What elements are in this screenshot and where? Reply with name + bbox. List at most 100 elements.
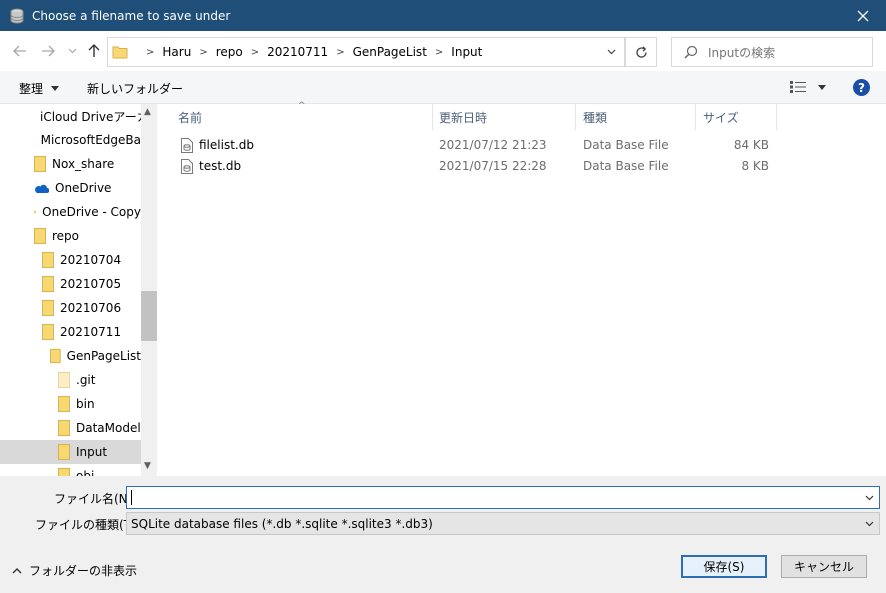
help-button[interactable]: ?	[853, 79, 870, 96]
file-row[interactable]: filelist.db 2021/07/12 21:23 Data Base Fil…	[177, 135, 777, 156]
folder-icon	[42, 252, 54, 268]
folder-icon	[50, 348, 61, 364]
nav-item[interactable]: .git	[0, 368, 141, 392]
nav-item-label: .git	[76, 373, 96, 387]
organize-label: 整理	[19, 82, 44, 96]
nav-item[interactable]: Nox_share	[0, 152, 141, 176]
scroll-thumb[interactable]	[141, 291, 157, 341]
arrow-left-icon	[13, 45, 26, 57]
column-divider[interactable]	[695, 104, 696, 130]
nav-item-label: 20210704	[60, 253, 122, 267]
breadcrumb-20210711[interactable]: 20210711	[267, 45, 328, 59]
nav-item[interactable]: bin	[0, 392, 141, 416]
file-name: test.db	[199, 159, 242, 173]
folder-icon	[58, 468, 70, 476]
view-options-button[interactable]	[790, 81, 826, 93]
onedrive-cloud-icon	[35, 184, 49, 193]
chevron-down-icon	[865, 521, 874, 527]
title-bar: Choose a filename to save under	[0, 0, 886, 31]
cancel-button[interactable]: キャンセル	[781, 555, 867, 578]
file-date: 2021/07/15 22:28	[439, 159, 547, 173]
column-type[interactable]: 種類	[583, 104, 693, 130]
organize-button[interactable]: 整理	[19, 80, 60, 97]
back-button[interactable]	[10, 41, 30, 61]
folder-icon	[58, 372, 70, 388]
breadcrumb-separator-icon: >	[146, 46, 155, 58]
save-button[interactable]: 保存(S)	[681, 555, 767, 578]
chevron-down-icon[interactable]	[865, 495, 874, 501]
column-name[interactable]: 名前	[178, 104, 428, 130]
nav-item[interactable]: DataModel	[0, 416, 141, 440]
hide-folders-button[interactable]: フォルダーの非表示	[12, 562, 137, 579]
nav-item-label: bin	[76, 397, 95, 411]
nav-item-label: 20210711	[60, 325, 122, 339]
column-divider[interactable]	[575, 104, 576, 130]
nav-item[interactable]: 20210706	[0, 296, 141, 320]
nav-item-label: Input	[76, 445, 108, 459]
navigation-bar: > Haru > repo > 20210711 > GenPageList >…	[0, 31, 886, 71]
folder-icon	[42, 300, 54, 316]
nav-item-label: obj	[76, 469, 95, 476]
caret-down-icon	[818, 84, 826, 90]
scroll-down-icon[interactable]: ▼	[144, 461, 151, 471]
file-type: Data Base File	[583, 138, 669, 152]
folder-icon	[112, 46, 128, 59]
breadcrumb-haru[interactable]: Haru	[162, 45, 191, 59]
nav-item-label: Nox_share	[52, 157, 115, 171]
nav-item[interactable]: GenPageList	[0, 344, 141, 368]
breadcrumb-input[interactable]: Input	[451, 45, 482, 59]
refresh-icon	[635, 45, 647, 58]
file-row[interactable]: test.db 2021/07/15 22:28 Data Base File 8 K…	[177, 156, 777, 177]
chevron-up-icon	[12, 568, 22, 574]
file-type: Data Base File	[583, 159, 669, 173]
nav-item[interactable]: MicrosoftEdgeBa	[0, 128, 141, 152]
window-title: Choose a filename to save under	[32, 8, 231, 23]
address-bar[interactable]: > Haru > repo > 20210711 > GenPageList >…	[107, 37, 625, 67]
breadcrumb-separator-icon: >	[434, 46, 444, 58]
breadcrumb-repo[interactable]: repo	[216, 45, 243, 59]
save-panel: ファイル名(N): ファイルの種類(T): SQLite database fi…	[0, 476, 886, 593]
scroll-up-icon[interactable]: ▲	[144, 107, 151, 117]
column-divider[interactable]	[776, 104, 777, 130]
nav-item-label: DataModel	[76, 421, 141, 435]
nav-item[interactable]: Input	[0, 440, 141, 464]
nav-item-label: OneDrive - Copy	[42, 205, 141, 219]
new-folder-button[interactable]: 新しいフォルダー	[87, 80, 183, 97]
nav-item-label: repo	[52, 229, 80, 243]
filename-label: ファイル名(N):	[54, 492, 137, 506]
database-icon	[10, 8, 24, 24]
forward-button[interactable]	[38, 41, 58, 61]
address-dropdown-icon[interactable]	[607, 49, 616, 55]
folder-icon	[58, 396, 70, 412]
nav-item[interactable]: iCloud Driveアーカ	[0, 104, 149, 128]
column-size[interactable]: サイズ	[703, 104, 773, 130]
breadcrumb-genpagelist[interactable]: GenPageList	[353, 45, 427, 59]
nav-item[interactable]: OneDrive - Copy	[0, 200, 141, 224]
refresh-button[interactable]	[625, 37, 657, 67]
nav-item[interactable]: 20210704	[0, 248, 141, 272]
close-button[interactable]	[840, 0, 886, 31]
folder-icon	[34, 156, 46, 172]
nav-item-label: MicrosoftEdgeBa	[40, 133, 141, 147]
folder-icon	[42, 324, 54, 340]
up-button[interactable]	[84, 41, 104, 61]
recent-locations-button[interactable]	[62, 41, 82, 61]
search-box[interactable]: Inputの検索	[671, 37, 873, 67]
hide-folders-label: フォルダーの非表示	[29, 564, 138, 578]
nav-scrollbar[interactable]: ▲ ▼	[141, 104, 157, 476]
filename-input[interactable]	[126, 486, 880, 509]
database-file-icon	[181, 138, 193, 153]
breadcrumb-separator-icon: >	[336, 46, 345, 58]
column-date[interactable]: 更新日時	[439, 104, 579, 130]
nav-item[interactable]: 20210705	[0, 272, 141, 296]
nav-item[interactable]: 20210711	[0, 320, 141, 344]
database-file-icon	[181, 159, 193, 174]
folder-icon	[58, 420, 70, 436]
toolbar: 整理 新しいフォルダー ?	[0, 71, 886, 104]
nav-item[interactable]: OneDrive	[0, 176, 141, 200]
filetype-select[interactable]: SQLite database files (*.db *.sqlite *.s…	[126, 512, 880, 535]
nav-item[interactable]: repo	[0, 224, 141, 248]
column-divider[interactable]	[432, 104, 433, 130]
nav-item[interactable]: obj	[0, 464, 141, 476]
file-list: ^ 名前 更新日時 種類 サイズ filelist.db 2021/07/12 2…	[157, 101, 886, 476]
